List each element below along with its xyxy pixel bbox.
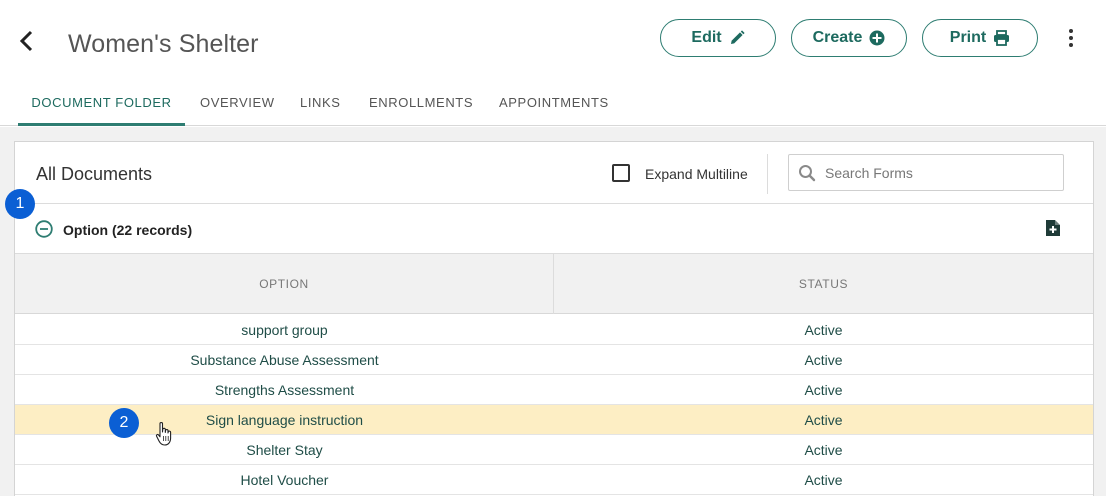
panel-title: All Documents: [36, 164, 153, 184]
more-options-button[interactable]: [1061, 27, 1081, 49]
file-plus-icon[interactable]: [1045, 219, 1061, 237]
minus-circle-icon[interactable]: [35, 220, 53, 238]
option-cell: Strengths Assessment: [214, 382, 355, 398]
printer-icon: [994, 30, 1010, 46]
status-cell: Active: [804, 352, 843, 368]
page-title: Women's Shelter: [68, 30, 259, 58]
status-cell: Active: [804, 412, 843, 428]
table-row-highlighted[interactable]: Sign language instruction Active: [15, 405, 1093, 435]
print-button-label: Print: [949, 29, 987, 46]
column-header-option[interactable]: OPTION: [15, 254, 554, 314]
table-row[interactable]: Substance Abuse Assessment Active: [15, 345, 1093, 375]
divider: [767, 154, 768, 194]
tab-bar: DOCUMENT FOLDER OVERVIEW LINKS ENROLLMEN…: [0, 80, 1106, 126]
option-cell: Sign language instruction: [205, 412, 364, 428]
tab-appointments[interactable]: APPOINTMENTS: [499, 80, 609, 126]
option-cell: Substance Abuse Assessment: [190, 352, 379, 368]
expand-multiline-label[interactable]: Expand Multiline: [645, 166, 748, 182]
group-label: Option (22 records): [63, 222, 193, 238]
status-cell: Active: [804, 472, 843, 488]
create-button[interactable]: Create: [791, 19, 907, 57]
chevron-left-icon: [19, 30, 33, 52]
search-icon: [799, 165, 816, 182]
back-button[interactable]: [14, 28, 40, 54]
step-marker-2: 2: [109, 408, 139, 438]
step-marker-1: 1: [5, 189, 35, 219]
plus-circle-icon: [869, 30, 885, 46]
table-row[interactable]: Shelter Stay Active: [15, 435, 1093, 465]
table-header: OPTION STATUS: [15, 254, 1093, 314]
pencil-icon: [730, 30, 745, 44]
expand-multiline-checkbox[interactable]: [612, 164, 630, 182]
edit-button[interactable]: Edit: [660, 19, 776, 57]
status-cell: Active: [804, 382, 843, 398]
kebab-icon: [1069, 29, 1073, 33]
option-cell: support group: [241, 322, 328, 338]
status-cell: Active: [804, 442, 843, 458]
group-header: Option (22 records): [15, 204, 1093, 254]
print-button[interactable]: Print: [922, 19, 1038, 57]
tab-enrollments[interactable]: ENROLLMENTS: [369, 80, 473, 126]
tab-links[interactable]: LINKS: [300, 80, 341, 126]
column-header-status[interactable]: STATUS: [554, 254, 1093, 314]
option-cell: Hotel Voucher: [240, 472, 329, 488]
edit-button-label: Edit: [691, 29, 722, 46]
page-header: Women's Shelter Edit Create Print: [0, 0, 1106, 80]
option-cell: Shelter Stay: [246, 442, 323, 458]
table-row[interactable]: Hotel Voucher Active: [15, 465, 1093, 495]
create-button-label: Create: [812, 29, 863, 46]
tab-document-folder[interactable]: DOCUMENT FOLDER: [18, 80, 185, 126]
tab-overview[interactable]: OVERVIEW: [200, 80, 275, 126]
status-cell: Active: [804, 322, 843, 338]
documents-panel: All Documents Expand Multiline Option (2…: [14, 141, 1094, 496]
table-row[interactable]: Strengths Assessment Active: [15, 375, 1093, 405]
table-body: support group Active Substance Abuse Ass…: [15, 315, 1093, 495]
search-box[interactable]: [788, 154, 1064, 191]
panel-header: All Documents Expand Multiline: [15, 142, 1093, 204]
hand-pointer-icon: [155, 422, 172, 446]
search-input[interactable]: [825, 161, 1055, 185]
table-row[interactable]: support group Active: [15, 315, 1093, 345]
